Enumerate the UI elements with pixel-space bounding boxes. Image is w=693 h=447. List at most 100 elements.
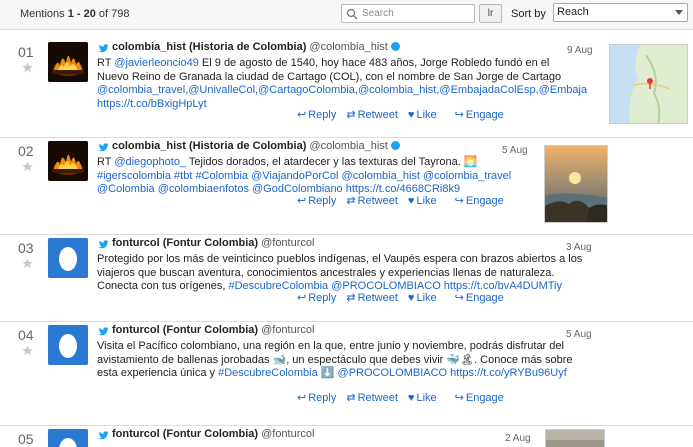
engage-button[interactable]: ↪ Engage [455, 392, 509, 404]
chevron-down-icon [675, 10, 683, 15]
author-handle[interactable]: @colombia_hist [309, 41, 387, 53]
star-icon[interactable] [22, 345, 33, 356]
like-button[interactable]: ♥ Like [408, 392, 442, 404]
reply-button[interactable]: ↩ Reply [297, 392, 341, 404]
text-line: @colombia_travel,@UnivalleCol,@CartagoCo… [97, 84, 587, 98]
mention-number: 01 [18, 44, 34, 60]
like-button[interactable]: ♥ Like [408, 195, 442, 207]
like-label: Like [416, 392, 437, 404]
author-name[interactable]: fonturcol (Fontur Colombia) @fonturcol [112, 237, 314, 249]
avatar[interactable] [48, 42, 88, 82]
reply-button[interactable]: ↩ Reply [297, 195, 341, 207]
retweet-button[interactable]: ⇄ Retweet [346, 392, 403, 404]
text-span: El 9 de agosto de 1540, hoy hace 483 año… [198, 57, 550, 69]
avatar[interactable] [48, 429, 88, 447]
text-span: Tejidos dorados, el atardecer y las text… [186, 156, 478, 168]
sort-select[interactable]: Reach [553, 3, 688, 22]
star-icon[interactable] [22, 62, 33, 73]
retweet-button[interactable]: ⇄ Retweet [346, 292, 403, 304]
retweet-button[interactable]: ⇄ Retweet [346, 195, 403, 207]
text-link[interactable]: #igerscolombia #tbt #Colombia @ViajandoP… [97, 170, 511, 182]
text-span: Visita el Pacífico colombiano, una regió… [97, 340, 564, 352]
avatar[interactable] [48, 325, 88, 365]
mention-actions: ↩ Reply ⇄ Retweet ♥ Like ↪ Engage [297, 108, 514, 121]
mention-date: 2 Aug [505, 433, 531, 444]
heart-icon: ♥ [407, 195, 415, 207]
reply-icon: ↩ [297, 292, 307, 304]
retweet-label: Retweet [357, 109, 398, 121]
text-link[interactable]: @colombia_travel,@UnivalleCol,@CartagoCo… [97, 84, 587, 96]
lr-button[interactable]: lr [479, 4, 502, 23]
twitter-icon [98, 239, 109, 250]
author-name[interactable]: colombia_hist (Historia de Colombia) @co… [112, 140, 400, 152]
media-thumbnail[interactable] [609, 44, 688, 124]
mention-text: RT @diegophoto_ Tejidos dorados, el atar… [97, 156, 511, 197]
heart-icon: ♥ [407, 109, 415, 121]
text-line: Visita el Pacífico colombiano, una regió… [97, 340, 573, 354]
author-display-name[interactable]: fonturcol (Fontur Colombia) [112, 324, 261, 336]
reply-label: Reply [308, 392, 337, 404]
author-name[interactable]: fonturcol (Fontur Colombia) @fonturcol [112, 428, 314, 440]
star-icon[interactable] [22, 258, 33, 269]
twitter-icon [98, 43, 109, 54]
retweet-label: Retweet [357, 195, 398, 207]
like-label: Like [416, 292, 437, 304]
author-name[interactable]: colombia_hist (Historia de Colombia) @co… [112, 41, 400, 53]
avatar[interactable] [48, 238, 88, 278]
mention-row: 04 fonturcol (Fontur Colombia) @fonturcol… [0, 323, 693, 426]
author-display-name[interactable]: colombia_hist (Historia de Colombia) [112, 41, 309, 53]
mention-row: 05 fonturcol (Fontur Colombia) @fonturcol… [0, 427, 693, 447]
mention-number: 05 [18, 431, 34, 447]
text-line: #igerscolombia #tbt #Colombia @ViajandoP… [97, 170, 511, 184]
author-handle[interactable]: @fonturcol [261, 324, 314, 336]
text-span: RT [97, 57, 115, 69]
engage-button[interactable]: ↪ Engage [455, 109, 509, 121]
text-link[interactable]: @javierleoncio49 [114, 57, 199, 69]
mention-text: Protegido por los más de veinticinco pue… [97, 253, 582, 294]
toolbar: Mentions 1 - 20 of 798 lr Sort by Reach [0, 0, 693, 30]
star-icon[interactable] [22, 161, 33, 172]
mention-row: 03 fonturcol (Fontur Colombia) @fonturcol… [0, 236, 693, 322]
search-box[interactable] [341, 4, 475, 23]
author-handle[interactable]: @fonturcol [261, 237, 314, 249]
text-line: viajeros que buscan aventura, conocimien… [97, 267, 582, 281]
mention-text: RT @javierleoncio49 El 9 de agosto de 15… [97, 57, 587, 112]
retweet-label: Retweet [357, 292, 398, 304]
engage-button[interactable]: ↪ Engage [455, 195, 509, 207]
text-line: avistamiento de ballenas jorobadas 🐋, un… [97, 354, 573, 368]
avatar[interactable] [48, 141, 88, 181]
text-link[interactable]: #DescubreColombia ⬇️ @PROCOLOMBIACO http… [218, 367, 567, 379]
retweet-button[interactable]: ⇄ Retweet [346, 109, 403, 121]
text-line: RT @javierleoncio49 El 9 de agosto de 15… [97, 57, 587, 71]
mention-actions: ↩ Reply ⇄ Retweet ♥ Like ↪ Engage [297, 194, 514, 207]
retweet-icon: ⇄ [346, 392, 356, 404]
mention-date: 5 Aug [502, 145, 528, 156]
search-input[interactable] [362, 6, 472, 21]
text-span: viajeros que buscan aventura, conocimien… [97, 266, 555, 279]
text-link[interactable]: @diegophoto_ [114, 156, 186, 168]
engage-icon: ↪ [454, 195, 464, 207]
author-display-name[interactable]: fonturcol (Fontur Colombia) [112, 237, 261, 249]
engage-button[interactable]: ↪ Engage [455, 292, 509, 304]
like-button[interactable]: ♥ Like [408, 292, 442, 304]
author-handle[interactable]: @colombia_hist [309, 140, 387, 152]
media-thumbnail[interactable] [544, 145, 608, 223]
mention-date: 5 Aug [566, 329, 592, 340]
author-handle[interactable]: @fonturcol [261, 428, 314, 440]
mention-number: 03 [18, 240, 34, 256]
author-display-name[interactable]: colombia_hist (Historia de Colombia) [112, 140, 309, 152]
retweet-icon: ⇄ [346, 195, 356, 207]
twitter-icon [98, 142, 109, 153]
reply-button[interactable]: ↩ Reply [297, 292, 341, 304]
mention-number: 04 [18, 327, 34, 343]
reply-icon: ↩ [297, 109, 307, 121]
like-button[interactable]: ♥ Like [408, 109, 442, 121]
media-thumbnail[interactable] [545, 429, 605, 447]
author-display-name[interactable]: fonturcol (Fontur Colombia) [112, 428, 261, 440]
reply-button[interactable]: ↩ Reply [297, 109, 341, 121]
heart-icon: ♥ [407, 292, 415, 304]
author-name[interactable]: fonturcol (Fontur Colombia) @fonturcol [112, 324, 314, 336]
verified-badge-icon [390, 141, 400, 150]
text-link[interactable]: https://t.co/bBxigHpLyt [97, 98, 207, 110]
text-span: Protegido por los más de veinticinco pue… [97, 253, 583, 265]
